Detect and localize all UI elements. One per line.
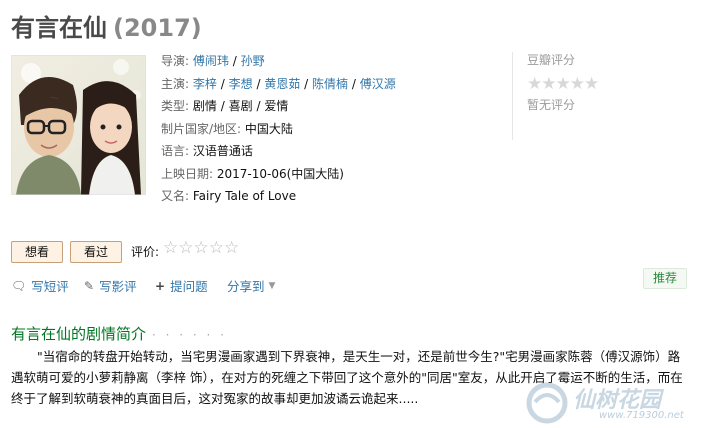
rating-none-text: 暂无评分 [527,98,576,112]
pencil-icon: ✎ [84,278,95,293]
separator: / [304,76,309,91]
release-value: 2017-10-06(中国大陆) [216,166,344,181]
separator: / [232,54,237,68]
summary-heading: 有言在仙的剧情简介 · · · · · · [11,323,227,344]
aka-row: 又名: Fairy Tale of Love [161,185,506,208]
rate-stars-icon[interactable]: ☆☆☆☆☆ [163,238,239,258]
separator: / [256,76,261,91]
summary-title: 有言在仙的剧情简介 [11,325,147,343]
separator: / [256,99,261,113]
cast-link[interactable]: 黄恩茹 [264,77,300,91]
divider [512,52,513,140]
summary-dots: · · · · · · [152,328,227,342]
director-link[interactable]: 傅闹玮 [193,54,229,68]
plus-icon: + [155,278,166,293]
poster-image [11,55,146,195]
cast-link[interactable]: 李梓 [193,77,217,91]
genre-row: 类型: 剧情 / 喜剧 / 爱情 [161,95,506,118]
rating-label: 豆瓣评分 [527,53,576,67]
region-value: 中国大陆 [244,121,293,136]
cast-link[interactable]: 李想 [229,77,253,91]
review-link[interactable]: ✎ 写影评 [84,276,137,295]
short-review-label: 写短评 [31,279,69,294]
genre-label: 类型: [161,99,190,113]
ask-question-label: 提问题 [170,279,208,294]
release-label: 上映日期: [161,166,214,181]
cast-link[interactable]: 傅汉源 [360,77,396,91]
movie-title: 有言在仙 [11,14,107,42]
watermark-url: www.719300.net [599,410,684,421]
short-review-link[interactable]: 🗨︎ 写短评 [11,276,69,295]
summary-text: "当宿命的转盘开始转动，当宅男漫画家遇到下界衰神，是天生一对，还是前世今生?"宅… [11,349,683,406]
chevron-down-icon: ▼ [268,280,276,291]
page-title: 有言在仙 (2017) [11,8,202,43]
region-row: 制片国家/地区: 中国大陆 [161,118,506,141]
cast-row: 主演: 李梓 / 李想 / 黄恩茹 / 陈倩楠 / 傅汉源 [161,73,506,96]
rating-panel: 豆瓣评分 ★★★★★ 暂无评分 [527,51,599,113]
cast-label: 主演: [161,76,190,91]
separator: / [220,76,225,91]
separator: / [351,76,356,91]
language-row: 语言: 汉语普通话 [161,140,506,163]
separator: / [220,99,225,113]
review-label: 写影评 [99,279,137,294]
recommend-button[interactable]: 推荐 [643,268,687,289]
rate-label: 评价: [131,245,160,259]
aka-label: 又名: [161,189,190,203]
director-row: 导演: 傅闹玮 / 孙野 [161,50,506,73]
genre: 剧情 [192,99,217,113]
aka-value: Fairy Tale of Love [192,189,297,203]
genre: 喜剧 [228,99,253,113]
language-value: 汉语普通话 [192,144,253,158]
rating-stars-icon: ★★★★★ [527,74,599,94]
movie-poster[interactable] [11,55,146,195]
share-dropdown[interactable]: 分享到 ▼ [227,276,275,295]
watched-button[interactable]: 看过 [70,241,122,263]
region-label: 制片国家/地区: [161,121,242,136]
director-link[interactable]: 孙野 [241,54,265,68]
director-label: 导演: [161,54,190,68]
cast-link[interactable]: 陈倩楠 [312,77,348,91]
comment-icon: 🗨︎ [11,278,27,293]
genre: 爱情 [264,99,289,113]
release-row: 上映日期: 2017-10-06(中国大陆) [161,163,506,186]
language-label: 语言: [161,144,190,158]
want-to-watch-button[interactable]: 想看 [11,241,63,263]
ask-question-link[interactable]: + 提问题 [155,276,208,295]
share-label: 分享到 [227,279,265,294]
movie-year: (2017) [113,14,202,42]
movie-info: 导演: 傅闹玮 / 孙野 主演: 李梓 / 李想 / 黄恩茹 / 陈倩楠 / 傅… [161,50,506,208]
